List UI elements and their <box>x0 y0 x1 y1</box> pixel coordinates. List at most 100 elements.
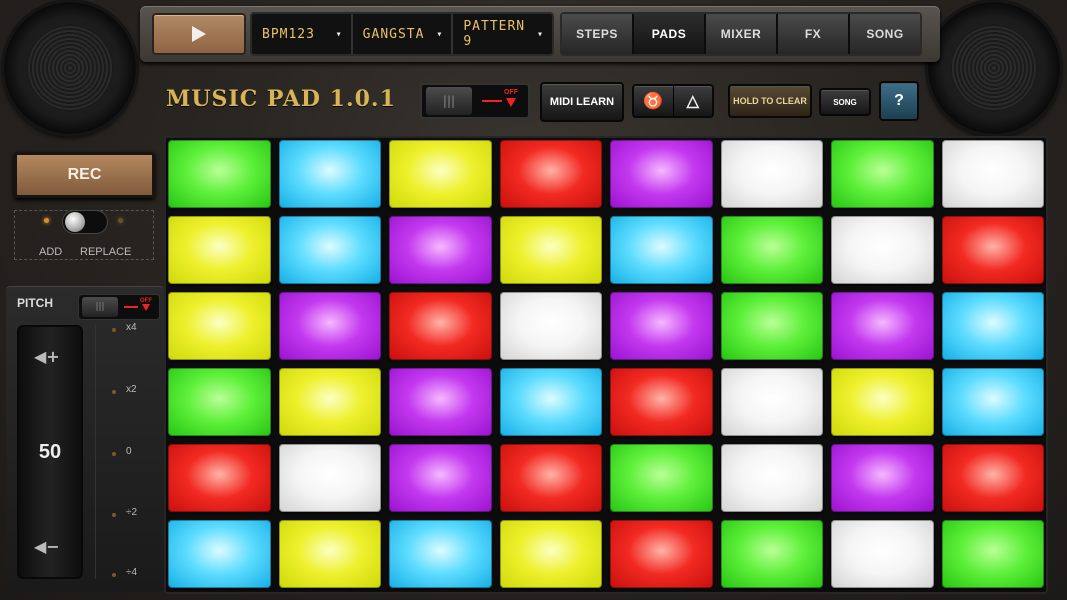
pad-4-5[interactable] <box>610 368 713 436</box>
pad-3-8[interactable] <box>941 292 1044 360</box>
off-indicator: OFF <box>480 89 520 113</box>
metronome-icon[interactable]: △ <box>674 86 713 116</box>
scale-tick <box>112 452 116 456</box>
pad-2-7[interactable] <box>831 216 934 284</box>
pad-2-6[interactable] <box>720 216 823 284</box>
pad-3-2[interactable] <box>278 292 381 360</box>
scale-tick <box>112 513 116 517</box>
pad-6-8[interactable] <box>941 520 1044 588</box>
pad-3-4[interactable] <box>499 292 602 360</box>
down-arrow-icon <box>506 98 516 107</box>
pad-2-8[interactable] <box>941 216 1044 284</box>
pitch-toggle-switch[interactable]: ||| OFF <box>78 294 160 320</box>
pad-6-3[interactable] <box>389 520 492 588</box>
pad-1-1[interactable] <box>168 140 271 208</box>
bpm-select-value: BPM123 <box>262 26 315 42</box>
volume-down-icon: ◀− <box>34 537 60 556</box>
tab-fx[interactable]: FX <box>778 14 850 54</box>
scale-label-0: 0 <box>126 446 132 457</box>
scale-label-div4: ÷4 <box>126 567 138 578</box>
pad-5-6[interactable] <box>720 444 823 512</box>
pad-5-8[interactable] <box>941 444 1044 512</box>
chevron-down-icon: ▾ <box>335 28 343 40</box>
pad-5-7[interactable] <box>831 444 934 512</box>
pad-5-2[interactable] <box>278 444 381 512</box>
music-pad-app: BPM123 ▾ GANGSTA ▾ PATTERN 9 ▾ STEPS PAD… <box>0 0 1067 600</box>
pad-4-3[interactable] <box>389 368 492 436</box>
chevron-down-icon: ▾ <box>536 28 545 40</box>
pad-3-1[interactable] <box>168 292 271 360</box>
scale-label-x4: x4 <box>126 322 137 333</box>
pad-1-2[interactable] <box>278 140 381 208</box>
pitch-title: PITCH <box>17 296 53 310</box>
pad-2-1[interactable] <box>168 216 271 284</box>
pad-3-6[interactable] <box>720 292 823 360</box>
pad-5-1[interactable] <box>168 444 271 512</box>
scale-tick <box>112 390 116 394</box>
pad-4-2[interactable] <box>278 368 381 436</box>
pad-1-7[interactable] <box>831 140 934 208</box>
pad-1-8[interactable] <box>941 140 1044 208</box>
pad-1-4[interactable] <box>499 140 602 208</box>
mode-replace-label: REPLACE <box>80 246 132 258</box>
hold-to-clear-button[interactable]: HOLD TO CLEAR <box>728 84 812 118</box>
scale-label-div2: ÷2 <box>126 507 138 518</box>
pad-4-8[interactable] <box>941 368 1044 436</box>
pad-3-5[interactable] <box>610 292 713 360</box>
tab-mixer[interactable]: MIXER <box>706 14 778 54</box>
kit-select[interactable]: GANGSTA ▾ <box>353 14 454 54</box>
pad-1-5[interactable] <box>610 140 713 208</box>
pad-5-3[interactable] <box>389 444 492 512</box>
pad-3-7[interactable] <box>831 292 934 360</box>
toggle-knob: ||| <box>426 87 472 115</box>
volume-up-icon: ◀+ <box>34 347 60 366</box>
main-nav-tabs: STEPS PADS MIXER FX SONG <box>560 12 922 56</box>
down-arrow-icon <box>142 304 150 311</box>
scale-label-x2: x2 <box>126 384 137 395</box>
pattern-select[interactable]: PATTERN 9 ▾ <box>453 14 552 54</box>
add-led <box>44 218 49 223</box>
pad-2-4[interactable] <box>499 216 602 284</box>
pad-1-6[interactable] <box>720 140 823 208</box>
tab-steps[interactable]: STEPS <box>562 14 634 54</box>
pad-4-7[interactable] <box>831 368 934 436</box>
pad-1-3[interactable] <box>389 140 492 208</box>
midi-learn-button[interactable]: MIDI LEARN <box>540 82 624 122</box>
play-icon <box>192 26 206 42</box>
bpm-select[interactable]: BPM123 ▾ <box>252 14 353 54</box>
pad-6-4[interactable] <box>499 520 602 588</box>
pad-2-5[interactable] <box>610 216 713 284</box>
pad-6-6[interactable] <box>720 520 823 588</box>
chevron-down-icon: ▾ <box>436 28 444 40</box>
pattern-select-value: PATTERN 9 <box>463 19 526 49</box>
cow-bell-icon[interactable]: ♉ <box>634 86 674 116</box>
pad-4-4[interactable] <box>499 368 602 436</box>
app-title: MUSIC PAD 1.0.1 <box>166 86 396 112</box>
main-toggle-switch[interactable]: ||| OFF <box>420 83 530 119</box>
pattern-selectors: BPM123 ▾ GANGSTA ▾ PATTERN 9 ▾ <box>250 12 554 56</box>
tab-song[interactable]: SONG <box>850 14 920 54</box>
pad-6-2[interactable] <box>278 520 381 588</box>
tab-pads[interactable]: PADS <box>634 14 706 54</box>
pad-6-1[interactable] <box>168 520 271 588</box>
help-button[interactable]: ? <box>879 81 919 121</box>
rec-button[interactable]: REC <box>14 152 155 198</box>
pad-5-4[interactable] <box>499 444 602 512</box>
pitch-scale-line <box>95 325 96 579</box>
right-speaker-graphic <box>928 2 1060 134</box>
pitch-value: 50 <box>38 441 62 463</box>
record-mode-switch[interactable] <box>62 210 108 234</box>
pad-2-3[interactable] <box>389 216 492 284</box>
toggle-knob: ||| <box>82 297 118 317</box>
pad-3-3[interactable] <box>389 292 492 360</box>
pad-6-5[interactable] <box>610 520 713 588</box>
pad-6-7[interactable] <box>831 520 934 588</box>
play-button[interactable] <box>152 13 246 55</box>
pad-2-2[interactable] <box>278 216 381 284</box>
pad-5-5[interactable] <box>610 444 713 512</box>
song-button[interactable]: SONG <box>819 88 871 116</box>
off-indicator: OFF <box>122 298 154 316</box>
pad-4-1[interactable] <box>168 368 271 436</box>
pad-4-6[interactable] <box>720 368 823 436</box>
kit-select-value: GANGSTA <box>362 26 425 42</box>
